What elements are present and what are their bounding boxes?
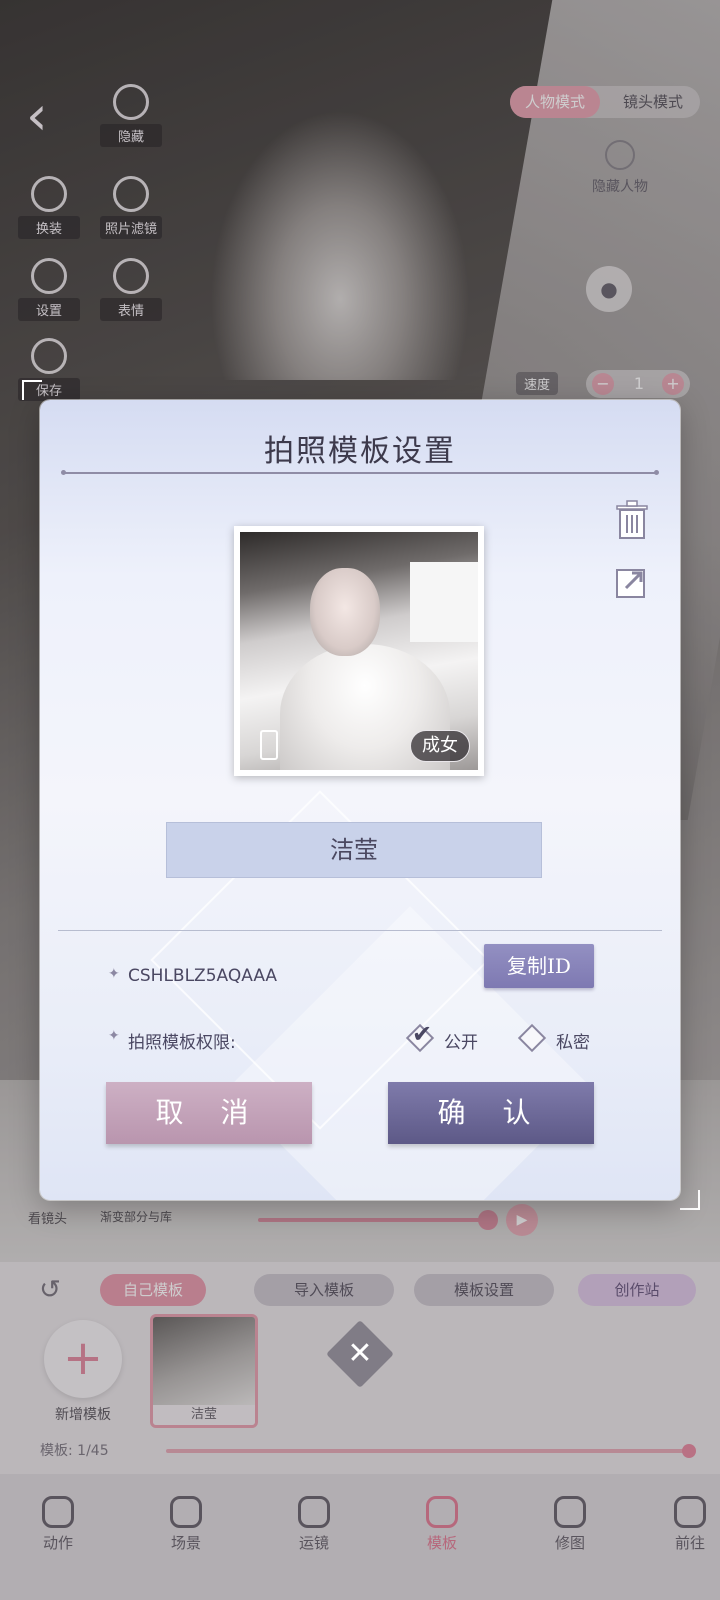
- template-name-input[interactable]: 洁莹: [166, 822, 542, 878]
- permission-private-option[interactable]: 私密: [517, 1020, 612, 1056]
- star-icon: ✦: [108, 1028, 120, 1044]
- permission-label: 拍照模板权限:: [128, 1033, 236, 1053]
- section-divider: [58, 930, 662, 931]
- template-photo: 成女: [234, 526, 484, 776]
- template-photo-image: 成女: [240, 532, 478, 770]
- title-divider: [61, 470, 659, 475]
- dialog-frame-corner: [22, 380, 42, 400]
- checkbox-icon: [517, 1023, 547, 1053]
- star-icon: ✦: [108, 966, 120, 982]
- dialog-frame-corner: [680, 1190, 700, 1210]
- cancel-button[interactable]: 取 消: [106, 1082, 312, 1144]
- permission-public-option[interactable]: ✔ 公开: [405, 1020, 500, 1056]
- checkmark-icon: ✔: [412, 1020, 433, 1048]
- photo-face: [310, 568, 380, 656]
- phone-icon: [260, 730, 278, 760]
- template-settings-dialog: 拍照模板设置 成女 洁莹 ✦ CSHLBLZ5AQAAA 复制ID ✦ 拍照模板…: [40, 400, 680, 1200]
- photo-window-light: [410, 562, 478, 642]
- share-icon[interactable]: [614, 564, 650, 600]
- close-icon: ✕: [347, 1336, 373, 1371]
- confirm-button[interactable]: 确 认: [388, 1082, 594, 1144]
- permission-row: ✦ 拍照模板权限: ✔ 公开 私密: [108, 1018, 628, 1058]
- body-type-badge: 成女: [410, 730, 470, 762]
- template-id: CSHLBLZ5AQAAA: [128, 966, 278, 986]
- trash-icon[interactable]: [614, 500, 650, 540]
- copy-id-button[interactable]: 复制ID: [484, 944, 594, 988]
- dialog-title: 拍照模板设置: [264, 434, 456, 469]
